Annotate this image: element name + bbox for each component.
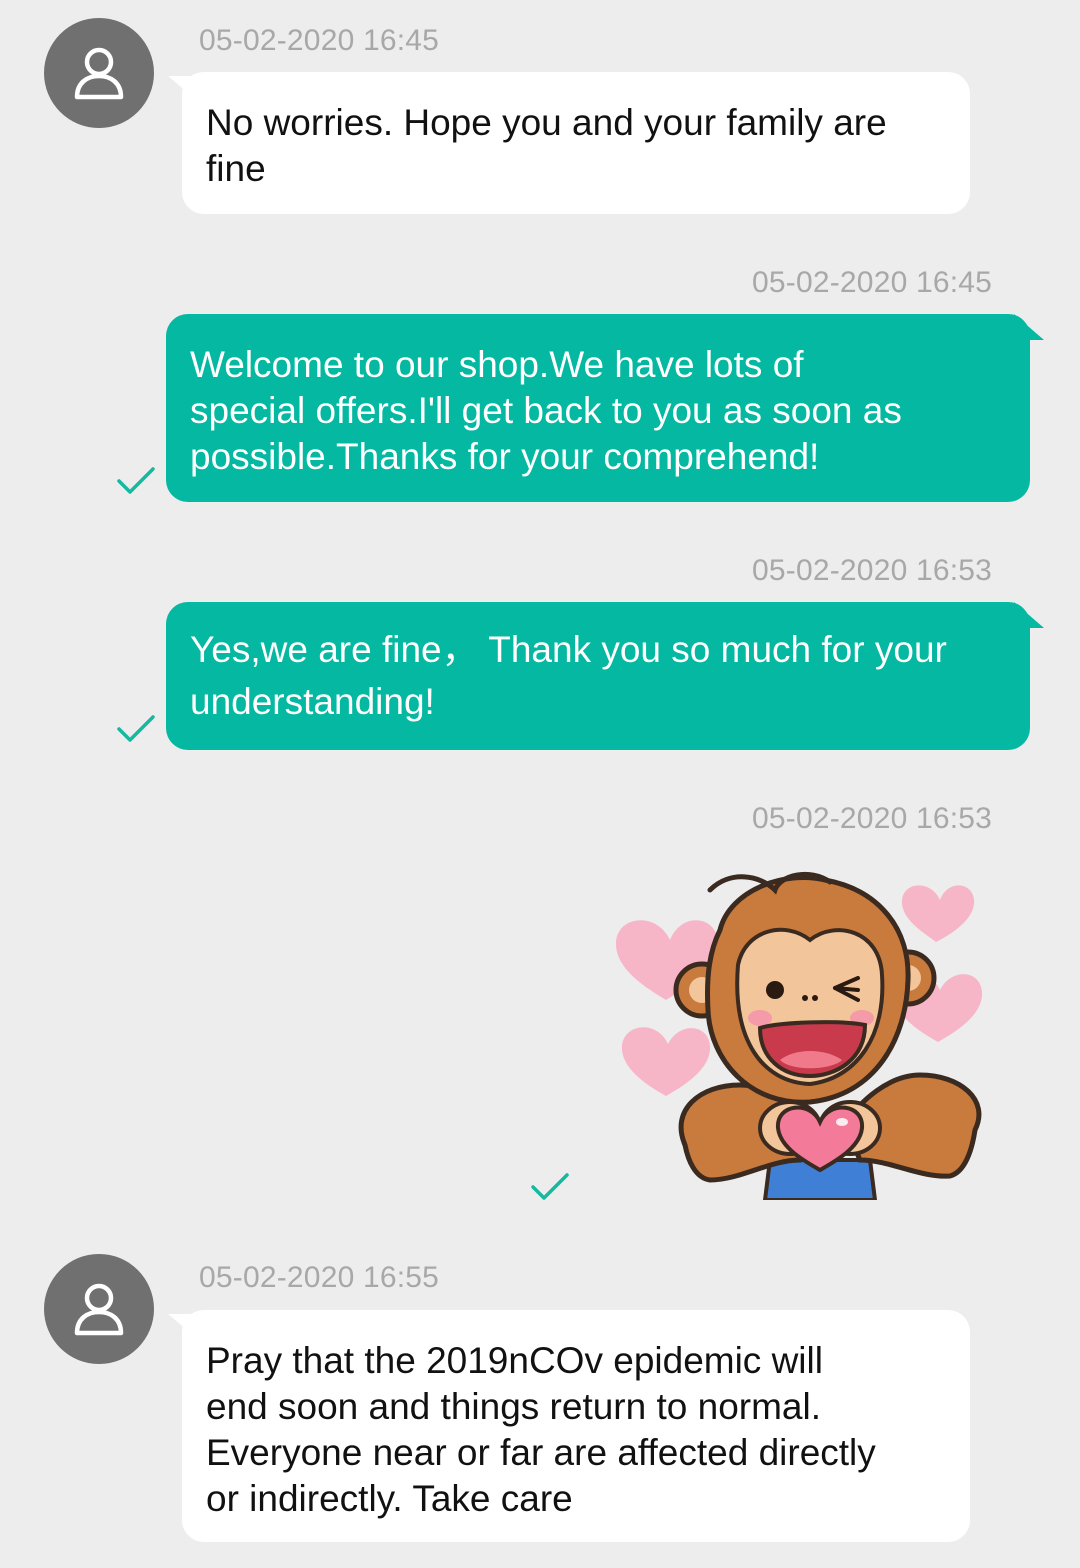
message-bubble[interactable]: Pray that the 2019nCOv epidemic will end… xyxy=(168,1310,970,1542)
message-text-line: Pray that the 2019nCOv epidemic will xyxy=(206,1340,823,1381)
monkey-heart-sticker[interactable] xyxy=(610,860,990,1200)
message-timestamp: 05-02-2020 16:53 xyxy=(752,802,993,835)
message-text-line: possible.Thanks for your comprehend! xyxy=(190,436,820,477)
heart-icon xyxy=(621,1027,711,1096)
message-text-line: Welcome to our shop.We have lots of xyxy=(190,344,804,385)
check-icon xyxy=(117,715,155,742)
message-text-line: Yes,we are fine， Thank you so much for y… xyxy=(190,629,947,670)
check-icon xyxy=(531,1173,569,1200)
message-timestamp: 05-02-2020 16:45 xyxy=(752,266,993,299)
message-text-line: fine xyxy=(206,148,266,189)
message-bubble[interactable]: Yes,we are fine， Thank you so much for y… xyxy=(166,602,1044,750)
message-text-line: Everyone near or far are affected direct… xyxy=(206,1432,876,1473)
message-text-line: special offers.I'll get back to you as s… xyxy=(190,390,902,431)
message-text-line: or indirectly. Take care xyxy=(206,1478,573,1519)
bubble-tail xyxy=(168,1314,194,1336)
heart-icon xyxy=(901,885,975,942)
message-text-line: No worries. Hope you and your family are xyxy=(206,102,887,143)
message-bubble[interactable]: No worries. Hope you and your family are… xyxy=(168,72,970,214)
avatar[interactable] xyxy=(44,18,154,128)
bubble-tail xyxy=(168,76,194,98)
message-timestamp: 05-02-2020 16:45 xyxy=(199,24,440,57)
message-text-line: end soon and things return to normal. xyxy=(206,1386,821,1427)
avatar[interactable] xyxy=(44,1254,154,1364)
message-text-line: understanding! xyxy=(190,681,435,722)
bubble-tail xyxy=(1014,602,1044,628)
message-bubble[interactable]: Welcome to our shop.We have lots of spec… xyxy=(166,314,1044,502)
check-icon xyxy=(117,467,155,494)
user-icon xyxy=(74,1283,124,1336)
message-timestamp: 05-02-2020 16:53 xyxy=(752,554,993,587)
bubble-tail xyxy=(1014,314,1044,340)
user-icon xyxy=(74,47,124,100)
message-timestamp: 05-02-2020 16:55 xyxy=(199,1261,440,1294)
